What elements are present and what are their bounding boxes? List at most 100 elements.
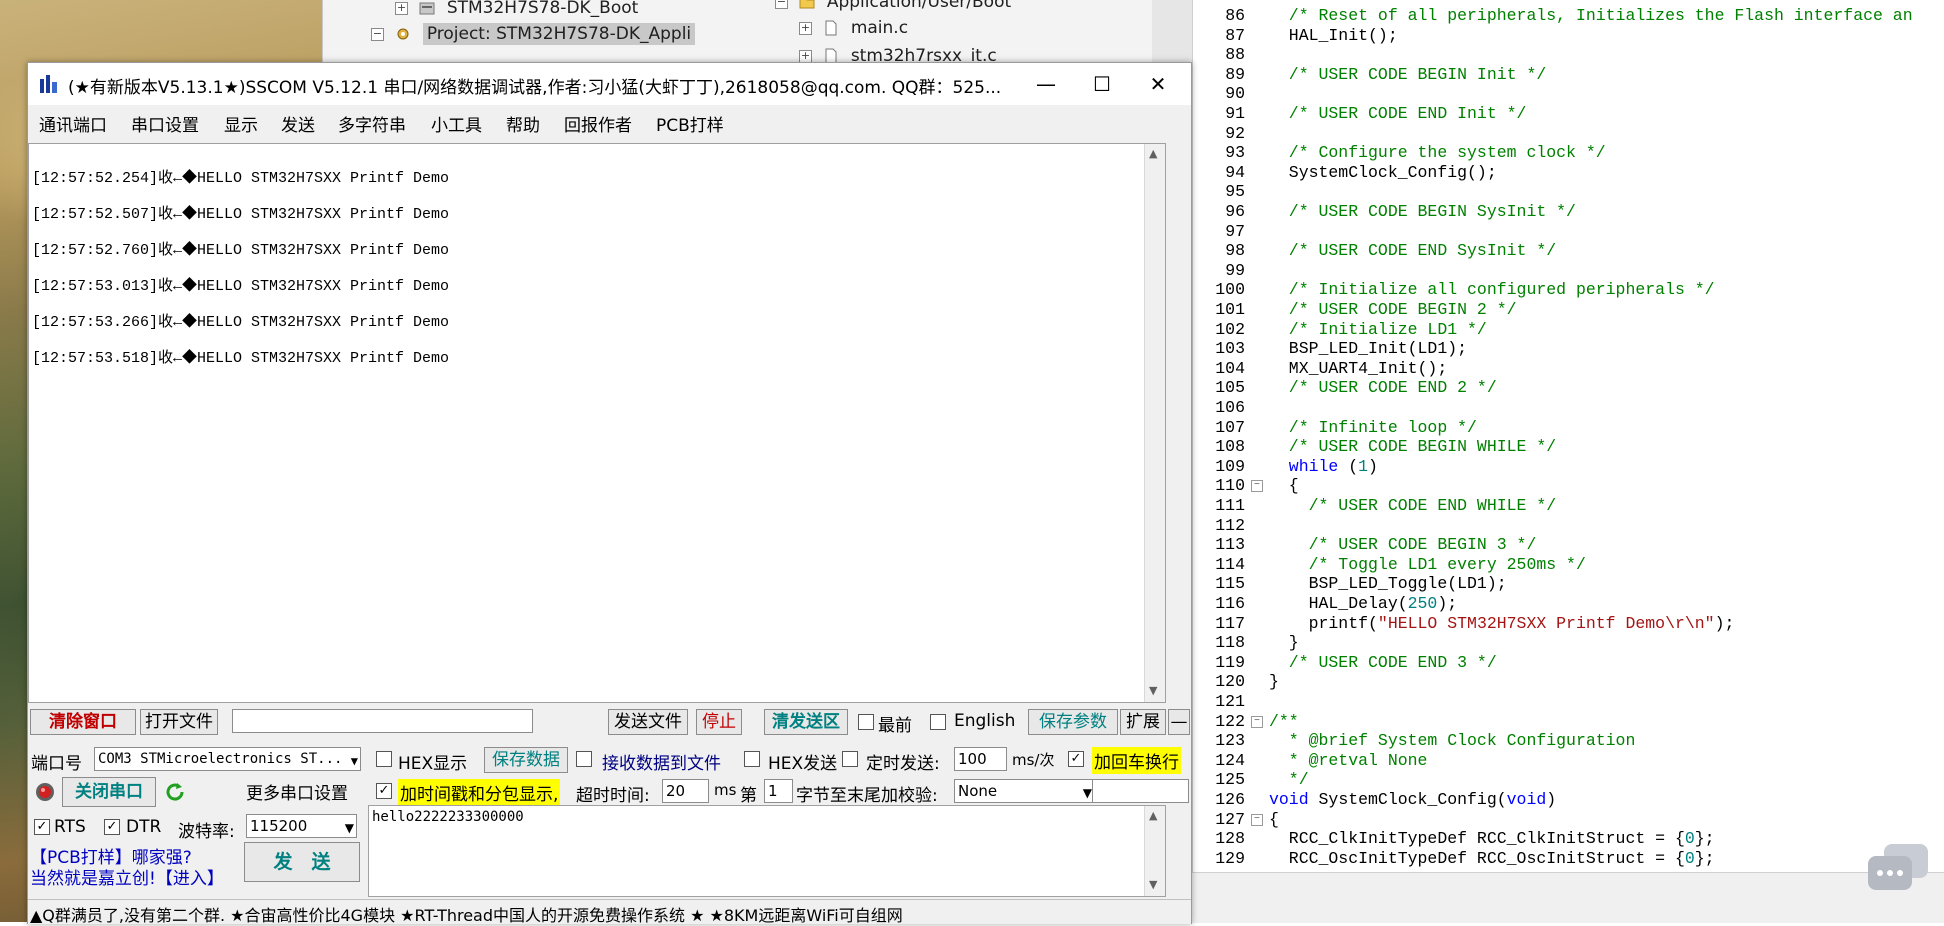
fold-toggle-icon[interactable]: − (1251, 715, 1263, 728)
send-button[interactable]: 发 送 (244, 842, 360, 882)
english-checkbox[interactable] (930, 714, 946, 730)
expand-icon[interactable]: + (799, 21, 812, 35)
expand-icon[interactable]: + (799, 49, 812, 63)
save-data-button[interactable]: 保存数据 (484, 747, 568, 773)
code-line[interactable]: 110− { (1193, 476, 1944, 496)
code-line[interactable]: 96 /* USER CODE BEGIN SysInit */ (1193, 202, 1944, 222)
nth-input[interactable]: 1 (764, 779, 793, 803)
code-line[interactable]: 103 BSP_LED_Init(LD1); (1193, 339, 1944, 359)
menu-pcb-proofing[interactable]: PCB打样 (656, 111, 724, 136)
dtr-checkbox[interactable]: ✓ (104, 819, 120, 835)
send-file-button[interactable]: 发送文件 (608, 709, 688, 735)
menu-help[interactable]: 帮助 (506, 111, 540, 136)
menu-multi-string[interactable]: 多字符串 (338, 111, 406, 136)
receive-area[interactable]: [12:57:52.254]收←◆HELLO STM32H7SXX Printf… (28, 143, 1166, 703)
save-params-button[interactable]: 保存参数 (1028, 709, 1118, 735)
tree-item-appli[interactable]: − Project: STM32H7S78-DK_Appli (371, 23, 696, 45)
code-line[interactable]: 123 * @brief System Clock Configuration (1193, 731, 1944, 751)
code-line[interactable]: 121 (1193, 692, 1944, 712)
code-line[interactable]: 104 MX_UART4_Init(); (1193, 359, 1944, 379)
code-editor[interactable]: 86 /* Reset of all peripherals, Initiali… (1192, 0, 1944, 872)
send-textarea[interactable]: hello2222233300000 ▲ ▼ (368, 805, 1166, 897)
code-line[interactable]: 107 /* Infinite loop */ (1193, 418, 1944, 438)
menu-tools[interactable]: 小工具 (431, 111, 482, 136)
period-input[interactable]: 100 (954, 747, 1007, 771)
code-line[interactable]: 109 while (1) (1193, 457, 1944, 477)
clear-window-button[interactable]: 清除窗口 (30, 709, 136, 735)
send-scrollbar[interactable]: ▲ ▼ (1144, 806, 1165, 896)
add-crlf-checkbox[interactable]: ✓ (1068, 751, 1084, 767)
code-line[interactable]: 127−{ (1193, 810, 1944, 830)
chevron-down-icon[interactable]: ▼ (345, 817, 354, 837)
menu-send[interactable]: 发送 (281, 111, 315, 136)
menu-comm-port[interactable]: 通讯端口 (39, 111, 107, 136)
maximize-button[interactable]: ☐ (1074, 63, 1130, 105)
file-path-input[interactable] (232, 709, 533, 733)
port-select[interactable]: COM3 STMicroelectronics ST... ▼ (94, 747, 361, 771)
receive-scrollbar[interactable]: ▲ ▼ (1144, 144, 1165, 702)
tree-item-user-boot[interactable]: − Application/User/Boot (775, 0, 1011, 12)
hex-display-checkbox[interactable] (376, 751, 392, 767)
code-line[interactable]: 89 /* USER CODE BEGIN Init */ (1193, 65, 1944, 85)
more-serial-settings-link[interactable]: 更多串口设置 (246, 779, 348, 804)
topmost-checkbox[interactable] (858, 714, 874, 730)
timestamp-checkbox[interactable]: ✓ (376, 783, 392, 799)
code-line[interactable]: 114 /* Toggle LD1 every 250ms */ (1193, 555, 1944, 575)
chevron-down-icon[interactable]: ▼ (1083, 782, 1092, 802)
code-line[interactable]: 93 /* Configure the system clock */ (1193, 143, 1944, 163)
title-bar[interactable]: (★有新版本V5.13.1★)SSCOM V5.12.1 串口/网络数据调试器,… (28, 63, 1191, 105)
collapse-icon[interactable]: − (371, 27, 384, 41)
menu-display[interactable]: 显示 (224, 111, 258, 136)
code-line[interactable]: 119 /* USER CODE END 3 */ (1193, 653, 1944, 673)
code-line[interactable]: 129 RCC_OscInitTypeDef RCC_OscInitStruct… (1193, 849, 1944, 869)
code-line[interactable]: 111 /* USER CODE END WHILE */ (1193, 496, 1944, 516)
code-line[interactable]: 87 HAL_Init(); (1193, 26, 1944, 46)
code-line[interactable]: 122−/** (1193, 712, 1944, 732)
close-button[interactable]: ✕ (1130, 63, 1186, 105)
pcb-ad-enter-link[interactable]: 当然就是嘉立创!【进入】 (30, 864, 224, 889)
timed-send-checkbox[interactable] (842, 751, 858, 767)
code-line[interactable]: 91 /* USER CODE END Init */ (1193, 104, 1944, 124)
rts-checkbox[interactable]: ✓ (34, 819, 50, 835)
fold-toggle-icon[interactable]: − (1251, 813, 1263, 826)
code-line[interactable]: 105 /* USER CODE END 2 */ (1193, 378, 1944, 398)
scroll-up-icon[interactable]: ▲ (1149, 809, 1157, 822)
code-line[interactable]: 90 (1193, 84, 1944, 104)
menu-report-author[interactable]: 回报作者 (564, 111, 632, 136)
open-file-button[interactable]: 打开文件 (140, 709, 218, 735)
code-line[interactable]: 115 BSP_LED_Toggle(LD1); (1193, 574, 1944, 594)
refresh-icon[interactable] (164, 781, 186, 803)
code-line[interactable]: 128 RCC_ClkInitTypeDef RCC_ClkInitStruct… (1193, 829, 1944, 849)
chevron-down-icon[interactable]: ▼ (351, 750, 358, 770)
hex-send-checkbox[interactable] (744, 751, 760, 767)
expand-icon[interactable]: + (395, 1, 408, 15)
code-line[interactable]: 106 (1193, 398, 1944, 418)
code-line[interactable]: 92 (1193, 124, 1944, 144)
timeout-input[interactable]: 20 (662, 779, 709, 803)
checksum-extra-field[interactable] (1092, 779, 1189, 803)
code-line[interactable]: 99 (1193, 261, 1944, 281)
tree-item-main-c[interactable]: + main.c (799, 18, 908, 38)
code-line[interactable]: 112 (1193, 516, 1944, 536)
recv-to-file-checkbox[interactable] (576, 751, 592, 767)
scroll-down-icon[interactable]: ▼ (1149, 684, 1157, 697)
close-port-button[interactable]: 关闭串口 (62, 777, 156, 807)
code-line[interactable]: 86 /* Reset of all peripherals, Initiali… (1193, 6, 1944, 26)
checksum-select[interactable]: None ▼ (954, 779, 1095, 803)
code-line[interactable]: 102 /* Initialize LD1 */ (1193, 320, 1944, 340)
scroll-down-icon[interactable]: ▼ (1149, 878, 1157, 891)
code-line[interactable]: 126 void SystemClock_Config(void) (1193, 790, 1944, 810)
code-line[interactable]: 101 /* USER CODE BEGIN 2 */ (1193, 300, 1944, 320)
code-line[interactable]: 94 SystemClock_Config(); (1193, 163, 1944, 183)
code-line[interactable]: 118 } (1193, 633, 1944, 653)
tree-item-boot[interactable]: + STM32H7S78-DK_Boot (395, 0, 638, 18)
code-line[interactable]: 108 /* USER CODE BEGIN WHILE */ (1193, 437, 1944, 457)
clear-send-button[interactable]: 清发送区 (764, 709, 848, 735)
code-line[interactable]: 95 (1193, 182, 1944, 202)
menu-serial-settings[interactable]: 串口设置 (131, 111, 199, 136)
code-line[interactable]: 125 */ (1193, 770, 1944, 790)
code-line[interactable]: 88 (1193, 45, 1944, 65)
code-line[interactable]: 98 /* USER CODE END SysInit */ (1193, 241, 1944, 261)
stop-button[interactable]: 停止 (696, 709, 742, 735)
code-line[interactable]: 124 * @retval None (1193, 751, 1944, 771)
